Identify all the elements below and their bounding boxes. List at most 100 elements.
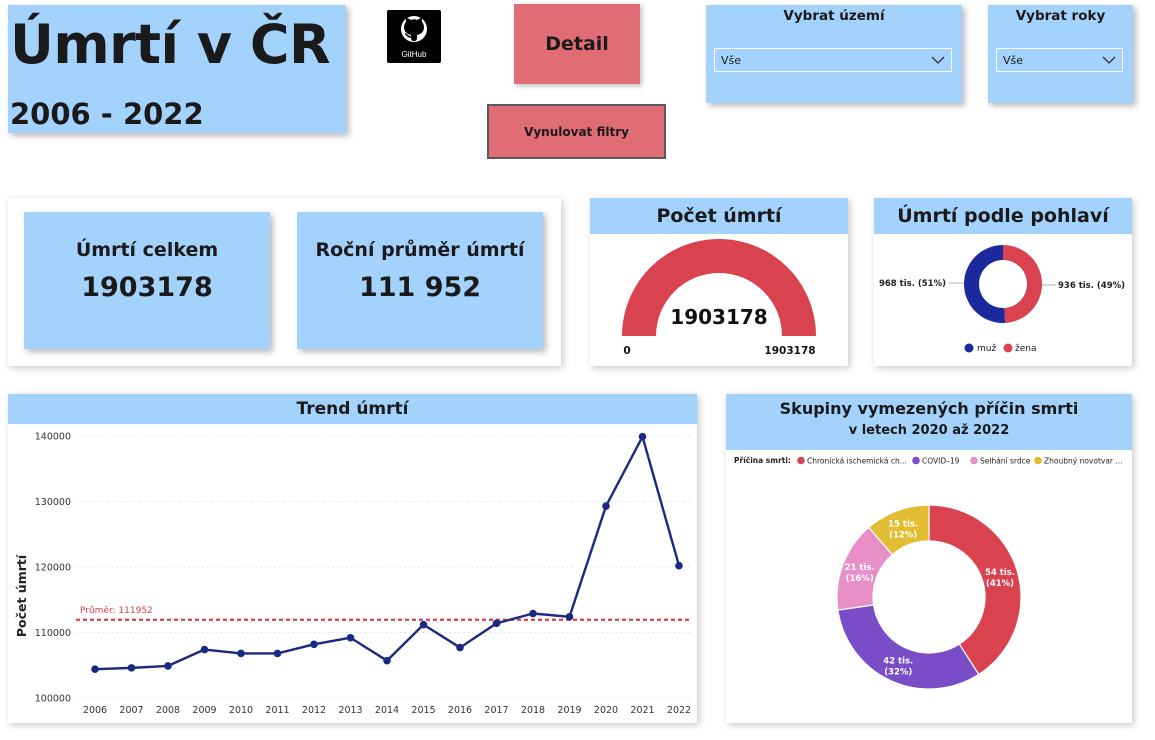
causes-legend-marker xyxy=(1034,456,1042,465)
reset-filters-button[interactable]: Vynulovat filtry xyxy=(487,104,666,159)
gauge-panel: Počet úmrtí 1903178 0 1903178 xyxy=(590,198,848,366)
years-slicer-title: Vybrat roky xyxy=(1015,8,1106,24)
trend-x-tick-label: 2010 xyxy=(229,705,253,716)
gender-male-label: 968 tis. (51%) xyxy=(879,279,946,289)
trend-x-tick-label: 2008 xyxy=(156,705,180,716)
year-range: 2006 - 2022 xyxy=(10,97,204,131)
causes-slice-value-label: 15 tis. xyxy=(888,520,918,530)
gender-slice-male[interactable] xyxy=(964,245,1006,323)
gauge-value: 1903178 xyxy=(670,305,767,329)
trend-x-tick-label: 2009 xyxy=(192,705,216,716)
trend-data-point[interactable] xyxy=(200,645,209,654)
detail-button[interactable]: Detail xyxy=(514,4,640,84)
causes-subtitle: v letech 2020 až 2022 xyxy=(848,423,1010,438)
causes-legend-label[interactable]: Selhání srdce xyxy=(980,457,1031,466)
territory-dropdown[interactable]: Vše xyxy=(714,48,952,72)
trend-x-tick-label: 2011 xyxy=(265,705,289,716)
trend-data-point[interactable] xyxy=(346,633,355,642)
github-icon xyxy=(401,16,427,42)
gender-panel: Úmrtí podle pohlaví 968 tis. (51%) 936 t… xyxy=(874,198,1132,366)
gauge-chart: 1903178 0 1903178 xyxy=(622,238,816,357)
chevron-down-icon xyxy=(931,56,945,64)
page-title: Úmrtí v ČR xyxy=(10,13,331,76)
trend-data-point[interactable] xyxy=(565,612,574,621)
causes-title: Skupiny vymezených příčin smrti xyxy=(779,399,1079,418)
github-label: GitHub xyxy=(401,50,427,59)
trend-data-point[interactable] xyxy=(273,649,282,658)
trend-y-axis-label: Počet úmrtí xyxy=(14,554,29,637)
trend-data-point[interactable] xyxy=(127,664,136,672)
trend-data-point[interactable] xyxy=(675,561,683,570)
legend-female-marker xyxy=(1003,343,1013,353)
causes-header: Skupiny vymezených příčin smrti v letech… xyxy=(726,394,1132,450)
trend-data-point[interactable] xyxy=(91,665,99,673)
trend-y-tick-label: 100000 xyxy=(35,694,71,705)
territory-slicer: Vybrat území Vše xyxy=(706,5,962,103)
causes-legend-marker xyxy=(912,456,920,465)
trend-x-tick-label: 2012 xyxy=(302,705,326,716)
gender-title: Úmrtí podle pohlaví xyxy=(874,198,1132,234)
causes-legend-label[interactable]: Zhoubný novotvar ... xyxy=(1044,457,1123,466)
trend-data-point[interactable] xyxy=(492,619,501,628)
causes-legend-title: Příčina smrti: xyxy=(734,456,791,465)
years-dropdown[interactable]: Vše xyxy=(996,48,1123,72)
gender-slice-female[interactable] xyxy=(1003,245,1042,323)
gender-female-label: 936 tis. (49%) xyxy=(1058,281,1125,291)
causes-slice-percent-label: (32%) xyxy=(884,667,912,677)
trend-y-tick-label: 140000 xyxy=(35,432,71,443)
github-link[interactable]: GitHub xyxy=(387,10,441,63)
gauge-max-label: 1903178 xyxy=(764,345,815,357)
trend-data-point[interactable] xyxy=(383,656,391,665)
trend-title: Trend úmrtí xyxy=(8,394,697,424)
chevron-down-icon xyxy=(1102,56,1116,64)
trend-y-tick-label: 130000 xyxy=(35,497,71,508)
trend-y-tick-label: 120000 xyxy=(35,563,71,574)
causes-slice[interactable] xyxy=(928,504,1022,676)
gauge-title: Počet úmrtí xyxy=(590,198,848,234)
causes-slice-value-label: 21 tis. xyxy=(845,563,875,573)
causes-slice-value-label: 42 tis. xyxy=(883,656,913,666)
causes-panel: Skupiny vymezených příčin smrti v letech… xyxy=(726,394,1132,723)
trend-x-tick-label: 2007 xyxy=(119,705,143,716)
trend-x-tick-label: 2013 xyxy=(338,705,362,716)
causes-slice-value-label: 54 tis. xyxy=(985,568,1015,578)
trend-x-tick-label: 2016 xyxy=(448,705,472,716)
trend-x-tick-label: 2018 xyxy=(521,705,545,716)
trend-average-label: Průměr: 111952 xyxy=(80,605,153,616)
causes-legend-marker xyxy=(970,456,978,465)
trend-data-point[interactable] xyxy=(638,432,647,441)
years-dropdown-value: Vše xyxy=(1003,53,1024,67)
kpi-average-value: 111 952 xyxy=(358,272,482,303)
trend-x-tick-label: 2014 xyxy=(375,705,399,716)
trend-data-point[interactable] xyxy=(602,502,610,510)
trend-x-tick-label: 2022 xyxy=(667,705,691,716)
trend-data-point[interactable] xyxy=(237,649,245,658)
gauge-min-label: 0 xyxy=(623,345,630,357)
kpi-average-label: Roční průměr úmrtí xyxy=(315,239,525,261)
legend-male-marker xyxy=(964,343,974,353)
causes-slice-percent-label: (12%) xyxy=(889,531,917,541)
trend-x-tick-label: 2017 xyxy=(484,705,508,716)
trend-x-tick-label: 2020 xyxy=(594,705,618,716)
trend-y-tick-label: 110000 xyxy=(35,628,71,639)
trend-data-point[interactable] xyxy=(529,609,537,618)
kpi-total-value: 1903178 xyxy=(81,272,213,303)
causes-legend-label[interactable]: Chronická ischemická ch... xyxy=(807,457,907,466)
trend-data-point[interactable] xyxy=(164,662,172,670)
trend-data-point[interactable] xyxy=(310,640,318,649)
causes-legend-label[interactable]: COVID–19 xyxy=(922,457,960,466)
causes-slice-percent-label: (16%) xyxy=(846,574,874,584)
trend-panel: Trend úmrtí Počet úmrtí Průměr: 111952 1… xyxy=(8,394,697,723)
causes-legend-marker xyxy=(797,456,805,465)
trend-data-point[interactable] xyxy=(456,643,464,652)
trend-data-point[interactable] xyxy=(419,620,428,629)
kpi-panel: Úmrtí celkem 1903178 Roční průměr úmrtí … xyxy=(8,198,561,366)
kpi-total-label: Úmrtí celkem xyxy=(75,239,219,261)
years-slicer: Vybrat roky Vše xyxy=(988,5,1133,103)
legend-male-label: muž xyxy=(977,344,996,354)
trend-x-tick-label: 2015 xyxy=(411,705,435,716)
legend-female-label: žena xyxy=(1015,344,1036,354)
causes-donut-chart: Příčina smrti: Chronická ischemická ch..… xyxy=(734,456,1123,690)
title-card: Úmrtí v ČR 2006 - 2022 xyxy=(8,5,346,133)
trend-x-tick-label: 2006 xyxy=(83,705,107,716)
